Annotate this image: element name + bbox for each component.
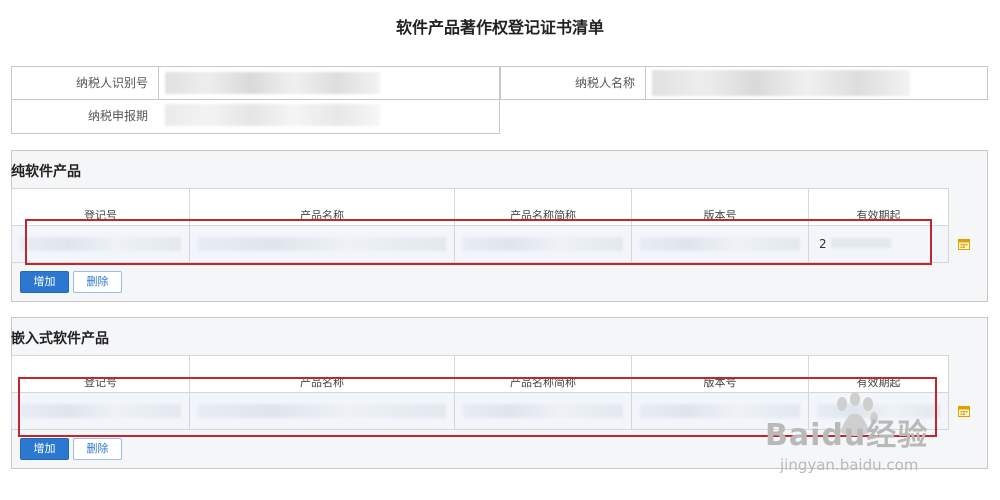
embedded-software-delete-button[interactable]: 删除 <box>73 438 122 460</box>
page-title: 软件产品著作权登记证书清单 <box>395 18 604 37</box>
declaration-period-label: 纳税申报期 <box>87 109 148 123</box>
pure-software-row-highlight <box>25 219 932 265</box>
embedded-software-title: 嵌入式软件产品 <box>11 331 109 347</box>
declaration-period-field[interactable] <box>165 104 380 126</box>
pure-software-title: 纯软件产品 <box>11 164 81 180</box>
calendar-icon[interactable] <box>958 238 970 253</box>
taxpayer-name-field[interactable] <box>652 70 910 96</box>
watermark-url: jingyan.baidu.com <box>780 456 919 474</box>
embedded-software-add-button[interactable]: 增加 <box>20 438 69 460</box>
pure-software-add-button[interactable]: 增加 <box>20 271 69 293</box>
watermark-logo: Baidu经验 <box>765 418 929 453</box>
taxpayer-id-field[interactable] <box>165 72 380 94</box>
taxpayer-name-label: 纳税人名称 <box>574 76 635 90</box>
taxpayer-id-label: 纳税人识别号 <box>75 76 148 90</box>
taxpayer-name-divider <box>645 66 646 100</box>
calendar-icon[interactable] <box>958 405 970 420</box>
pure-software-delete-button[interactable]: 删除 <box>73 271 122 293</box>
